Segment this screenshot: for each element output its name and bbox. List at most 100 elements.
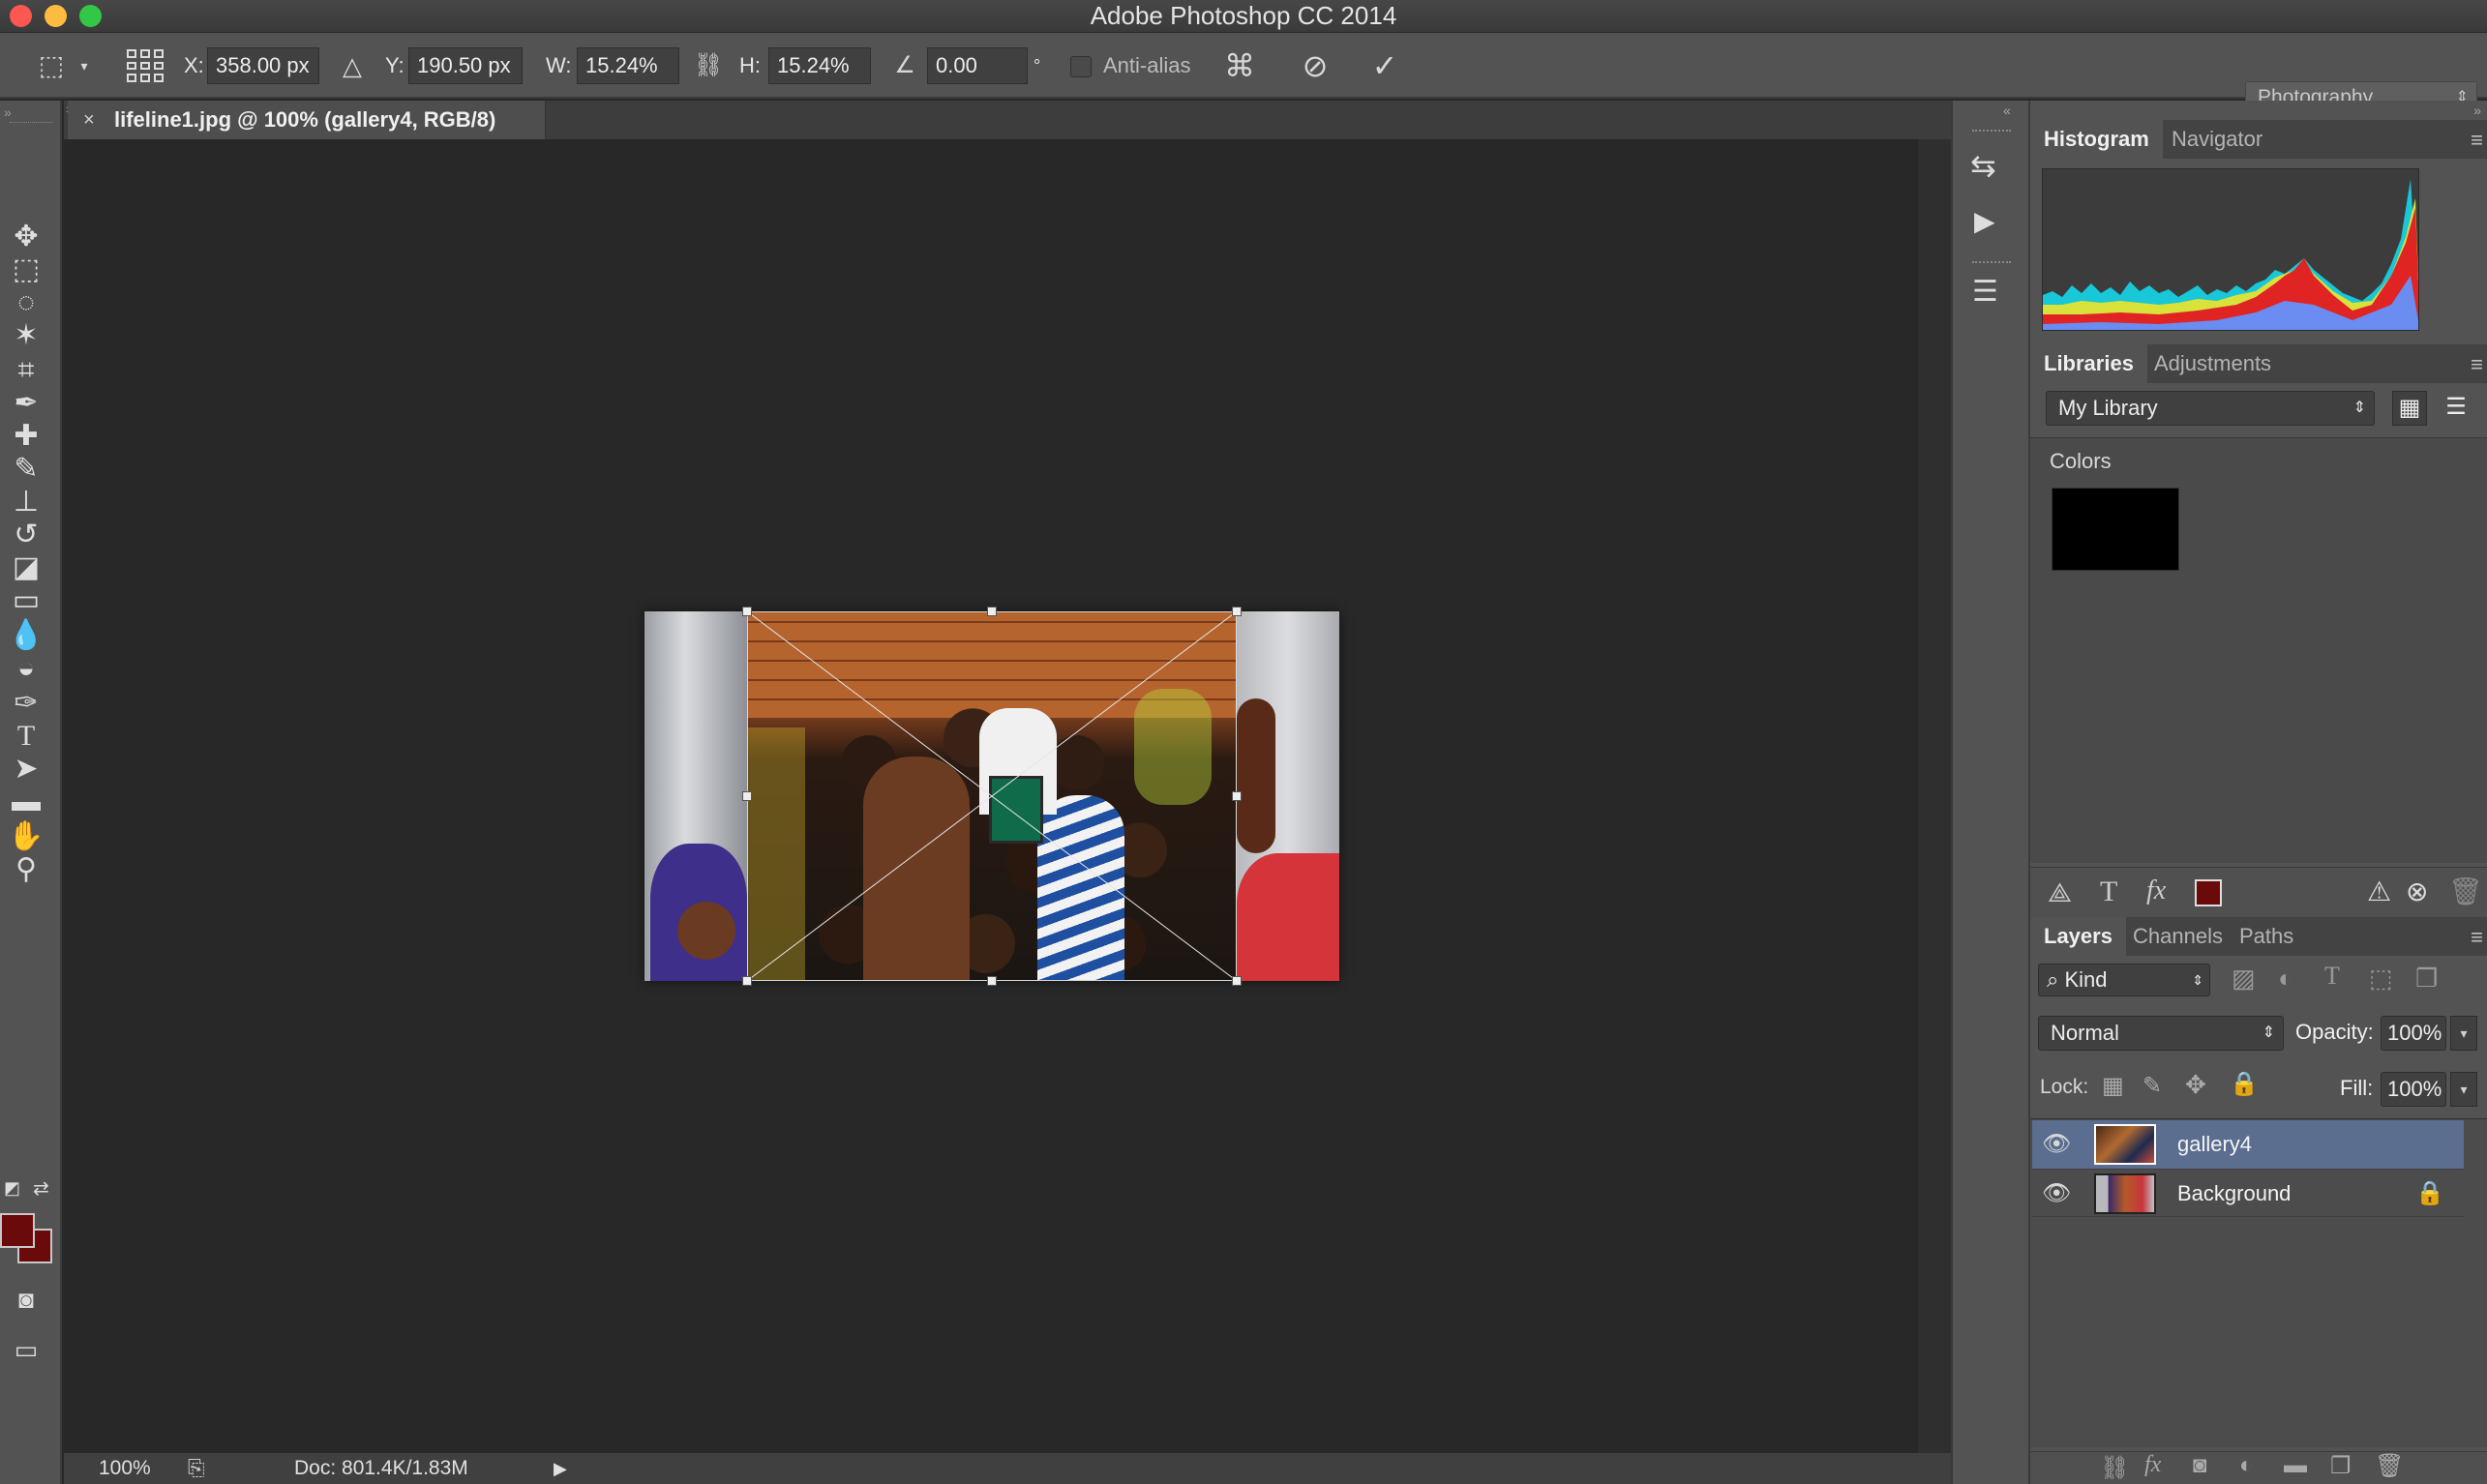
- creative-cloud-icon[interactable]: ⊗: [2406, 876, 2428, 907]
- list-view-icon[interactable]: ☰: [2439, 391, 2473, 426]
- actions-play-icon[interactable]: ▶: [1974, 205, 1995, 237]
- chevron-down-icon[interactable]: ▾: [2450, 1016, 2477, 1051]
- x-field[interactable]: 358.00 px: [207, 47, 319, 84]
- reference-point-icon[interactable]: [124, 46, 164, 85]
- y-field[interactable]: 190.50 px: [408, 47, 523, 84]
- panel-grip[interactable]: [1972, 130, 2011, 132]
- lock-image-icon[interactable]: ✎: [2142, 1072, 2162, 1100]
- link-icon[interactable]: ⛓: [691, 46, 726, 85]
- chevron-down-icon[interactable]: ▾: [75, 46, 93, 85]
- transform-handle[interactable]: [742, 976, 752, 986]
- fill-field[interactable]: 100%: [2381, 1072, 2446, 1107]
- document-tab[interactable]: × lifeline1.jpg @ 100% (gallery4, RGB/8): [68, 101, 546, 139]
- cancel-transform-icon[interactable]: ⊘: [1293, 46, 1337, 85]
- rotation-field[interactable]: 0.00: [927, 47, 1028, 84]
- transform-handle[interactable]: [987, 976, 997, 986]
- tab-paths[interactable]: Paths: [2226, 917, 2307, 956]
- add-mask-icon[interactable]: ◙: [2193, 1452, 2207, 1479]
- fill-label: Fill:: [2340, 1076, 2374, 1100]
- transform-handle[interactable]: [742, 607, 752, 616]
- vertical-scrollbar[interactable]: [1918, 139, 1951, 1453]
- panel-dock: « ⇆ ▶ ☰: [1951, 101, 2028, 1484]
- layer-style-icon[interactable]: fx: [2144, 1452, 2161, 1478]
- opacity-label: Opacity:: [2295, 1020, 2374, 1044]
- tab-navigator[interactable]: Navigator: [2158, 120, 2276, 159]
- transform-handle[interactable]: [1232, 607, 1242, 616]
- transform-handle[interactable]: [1232, 976, 1242, 986]
- adjustment-layer-filter-icon[interactable]: ◐: [2278, 964, 2293, 994]
- layer-filter-select[interactable]: ⌕ Kind ⇕: [2038, 964, 2210, 996]
- degree-symbol: °: [1034, 56, 1041, 75]
- window-title: Adobe Photoshop CC 2014: [1090, 1, 1397, 30]
- commit-transform-icon[interactable]: ✓: [1363, 46, 1407, 85]
- blend-mode-select[interactable]: Normal ⇕: [2038, 1016, 2284, 1051]
- opacity-field[interactable]: 100%: [2381, 1016, 2446, 1051]
- zoom-icon[interactable]: ⚲: [4, 847, 48, 892]
- screen-mode-icon[interactable]: ▭: [4, 1327, 48, 1372]
- tab-libraries[interactable]: Libraries: [2030, 344, 2147, 383]
- tab-channels[interactable]: Channels: [2119, 917, 2236, 956]
- layer-name[interactable]: Background: [2177, 1170, 2291, 1218]
- history-icon[interactable]: ⇆: [1970, 147, 1996, 184]
- layer-row-background[interactable]: 👁 Background 🔒: [2032, 1169, 2464, 1217]
- transform-handle[interactable]: [1232, 791, 1242, 801]
- tab-adjustments[interactable]: Adjustments: [2141, 344, 2285, 383]
- library-color-swatch[interactable]: [2052, 488, 2179, 571]
- add-layer-style-icon[interactable]: fx: [2146, 876, 2166, 906]
- antialias-checkbox[interactable]: [1070, 56, 1092, 77]
- add-character-style-icon[interactable]: T: [2100, 876, 2117, 908]
- panel-menu-icon[interactable]: ≡: [2471, 925, 2483, 950]
- adjustment-layer-icon[interactable]: ◐: [2239, 1452, 2254, 1479]
- lock-icon: 🔒: [2415, 1180, 2444, 1206]
- add-graphic-icon[interactable]: ⟁: [2048, 877, 2072, 909]
- tab-histogram[interactable]: Histogram: [2030, 120, 2163, 159]
- transform-tool-preset-icon[interactable]: ⬚: [27, 46, 75, 85]
- add-foreground-color-icon[interactable]: [2195, 879, 2222, 906]
- quick-mask-icon[interactable]: ◙: [4, 1277, 48, 1321]
- document-tab-title: lifeline1.jpg @ 100% (gallery4, RGB/8): [114, 107, 496, 132]
- layer-name[interactable]: gallery4: [2177, 1120, 2252, 1169]
- width-field[interactable]: 15.24%: [577, 47, 679, 84]
- type-layer-filter-icon[interactable]: T: [2324, 962, 2340, 991]
- delete-layer-icon[interactable]: 🗑: [2375, 1452, 2404, 1480]
- tab-layers[interactable]: Layers: [2030, 917, 2126, 956]
- warp-icon[interactable]: ⌘: [1217, 46, 1262, 85]
- transform-handle[interactable]: [987, 607, 997, 616]
- library-select[interactable]: My Library ⇕: [2046, 391, 2375, 426]
- layers-footer: ⛓ fx ◙ ◐ ▬ ❐ 🗑: [2030, 1451, 2487, 1484]
- collapse-arrows-icon[interactable]: »: [2473, 103, 2481, 118]
- foreground-color-swatch[interactable]: [0, 1213, 35, 1248]
- grid-view-icon[interactable]: ▦: [2392, 391, 2427, 426]
- eye-icon[interactable]: 👁: [2042, 1181, 2071, 1206]
- layer-row-gallery4[interactable]: 👁 gallery4: [2032, 1120, 2464, 1169]
- new-group-icon[interactable]: ▬: [2284, 1452, 2307, 1479]
- close-tab-icon[interactable]: ×: [83, 101, 95, 139]
- new-layer-icon[interactable]: ❐: [2330, 1452, 2352, 1480]
- swap-colors-icon[interactable]: ⇄: [33, 1176, 49, 1201]
- delta-icon[interactable]: △: [335, 46, 370, 85]
- properties-icon[interactable]: ☰: [1972, 275, 1998, 309]
- trash-icon[interactable]: 🗑: [2448, 876, 2483, 907]
- transform-handle[interactable]: [742, 791, 752, 801]
- blend-mode-label: Normal: [2051, 1021, 2119, 1045]
- panel-menu-icon[interactable]: ≡: [2471, 128, 2483, 153]
- warning-icon[interactable]: ⚠: [2367, 876, 2391, 907]
- panel-menu-icon[interactable]: ≡: [2471, 352, 2483, 377]
- lock-transparent-icon[interactable]: ▦: [2102, 1072, 2124, 1100]
- collapse-arrows-icon[interactable]: «: [2003, 103, 2011, 118]
- height-field[interactable]: 15.24%: [768, 47, 871, 84]
- lock-position-icon[interactable]: ✥: [2185, 1070, 2206, 1100]
- panel-grip[interactable]: [1972, 261, 2011, 263]
- export-icon[interactable]: ⎘: [188, 1453, 205, 1484]
- histogram-tabbar: Histogram Navigator ≡: [2030, 120, 2487, 159]
- smart-object-filter-icon[interactable]: ❐: [2415, 964, 2438, 994]
- status-menu-arrow-icon[interactable]: ▶: [554, 1453, 567, 1484]
- chevron-down-icon[interactable]: ▾: [2450, 1072, 2477, 1107]
- zoom-level[interactable]: 100%: [99, 1453, 151, 1484]
- pixel-layer-filter-icon[interactable]: ▨: [2232, 964, 2256, 994]
- eye-icon[interactable]: 👁: [2042, 1132, 2071, 1157]
- shape-layer-filter-icon[interactable]: ⬚: [2369, 964, 2393, 994]
- lock-all-icon[interactable]: 🔒: [2230, 1070, 2259, 1098]
- link-layers-icon[interactable]: ⛓: [2100, 1454, 2129, 1482]
- default-colors-icon[interactable]: ◩: [4, 1178, 20, 1199]
